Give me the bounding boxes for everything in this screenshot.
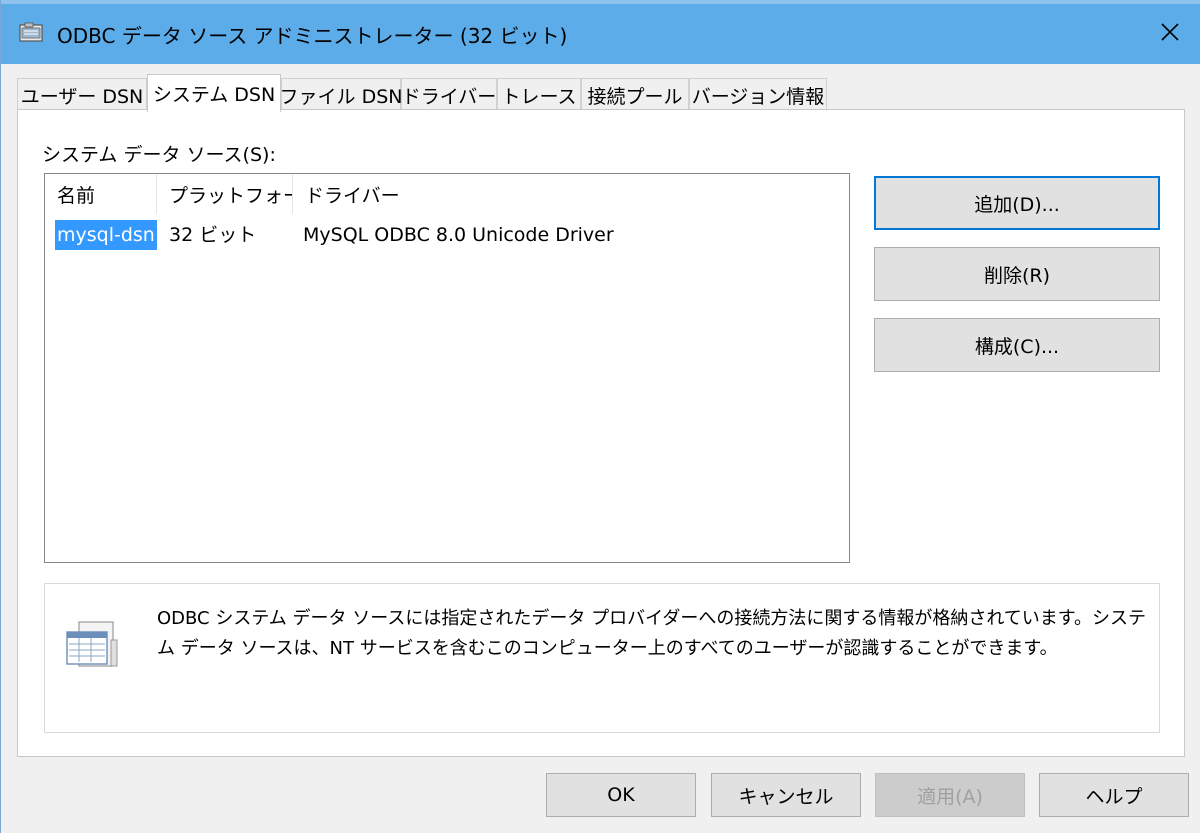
odbc-admin-window: ODBC データ ソース アドミニストレーター (32 ビット) ユーザー DS… (0, 0, 1200, 833)
configure-button[interactable]: 構成(C)... (874, 318, 1160, 372)
apply-button[interactable]: 適用(A) (875, 773, 1025, 817)
cancel-button[interactable]: キャンセル (711, 773, 861, 817)
window-title: ODBC データ ソース アドミニストレーター (32 ビット) (57, 24, 568, 48)
list-header: 名前 プラットフォーム ドライバー (45, 174, 849, 214)
tab-about[interactable]: バージョン情報 (689, 78, 827, 112)
list-item[interactable]: mysql-dsn 32 ビット MySQL ODBC 8.0 Unicode … (45, 220, 849, 250)
close-button[interactable] (1139, 4, 1200, 64)
dsn-driver-cell: MySQL ODBC 8.0 Unicode Driver (303, 224, 614, 246)
info-box: ODBC システム データ ソースには指定されたデータ プロバイダーへの接続方法… (44, 583, 1160, 733)
dsn-name-cell[interactable]: mysql-dsn (55, 220, 157, 250)
title-bar[interactable]: ODBC データ ソース アドミニストレーター (32 ビット) (1, 0, 1200, 64)
tab-file-dsn[interactable]: ファイル DSN (280, 78, 402, 112)
tab-drivers[interactable]: ドライバー (401, 78, 497, 112)
tab-user-dsn[interactable]: ユーザー DSN (17, 78, 147, 112)
odbc-app-icon (19, 22, 45, 44)
dsn-platform-cell: 32 ビット (169, 224, 257, 246)
info-description: ODBC システム データ ソースには指定されたデータ プロバイダーへの接続方法… (157, 608, 1147, 659)
ok-button[interactable]: OK (546, 773, 696, 817)
data-source-icon (65, 618, 121, 674)
close-icon (1160, 22, 1180, 47)
column-header-driver[interactable]: ドライバー (293, 174, 849, 214)
tab-connection-pooling[interactable]: 接続プール (581, 78, 689, 112)
tab-tracing[interactable]: トレース (497, 78, 581, 112)
remove-button[interactable]: 削除(R) (874, 247, 1160, 301)
column-header-name[interactable]: 名前 (45, 174, 157, 214)
help-button[interactable]: ヘルプ (1039, 773, 1189, 817)
add-button[interactable]: 追加(D)... (874, 176, 1160, 230)
system-dsn-panel: システム データ ソース(S): 名前 プラットフォーム ドライバー mysql… (17, 109, 1185, 757)
data-source-list[interactable]: 名前 プラットフォーム ドライバー mysql-dsn 32 ビット MySQL… (44, 173, 850, 563)
tab-system-dsn[interactable]: システム DSN (147, 74, 281, 112)
tab-strip: ユーザー DSN システム DSN ファイル DSN ドライバー トレース 接続… (17, 74, 1187, 112)
system-data-sources-label: システム データ ソース(S): (42, 144, 276, 166)
column-header-platform[interactable]: プラットフォーム (157, 174, 293, 214)
